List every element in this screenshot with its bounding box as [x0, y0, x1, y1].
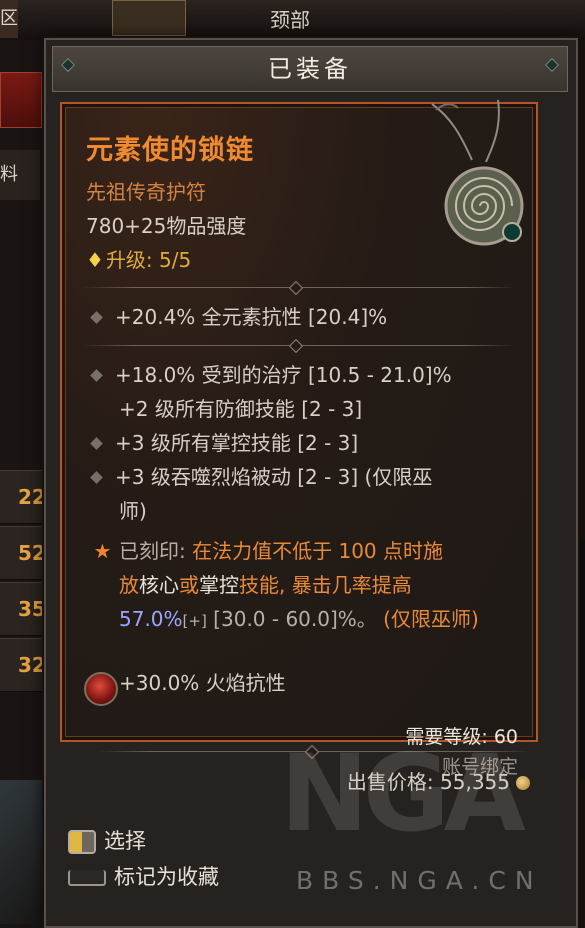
header-corner-ornament [60, 57, 76, 73]
item-upgrade: ♦ 升级: 5/5 [86, 244, 191, 273]
item-tooltip-window: 已装备 元素使的锁链 先祖传奇护符 780+25物品强度 ♦ 升级: 5/5 +2… [44, 38, 578, 928]
aspect-text: 技能, 暴击几率提高 [239, 573, 412, 597]
affix-text: +18.0% 受到的治疗 [10.5 - 21.0]% [115, 363, 452, 387]
aspect-class-note: (仅限巫师) [376, 607, 479, 631]
item-power: 780+25物品强度 [86, 214, 247, 238]
background-stat-row: 22 [0, 470, 50, 524]
affix-line: +3 级吞噬烈焰被动 [2 - 3] (仅限巫 [86, 460, 526, 494]
sell-price-value: 55,355 [440, 770, 510, 794]
select-action[interactable]: 选择 [68, 824, 146, 858]
affix-line: 师) [86, 494, 526, 528]
equipment-slot-label: 颈部 [270, 8, 310, 32]
affix-line: +18.0% 受到的治疗 [10.5 - 21.0]% [86, 358, 526, 392]
affix-line: +2 级所有防御技能 [2 - 3] [86, 392, 526, 426]
legendary-aspect: ★ 已刻印: 在法力值不低于 100 点时施 放核心或掌控技能, 暴击几率提高 5… [86, 534, 526, 638]
aspect-prefix: 已刻印: [119, 539, 186, 563]
sell-price: 出售价格: 55,355 [60, 766, 534, 795]
section-divider [82, 338, 516, 354]
gold-coin-icon [516, 776, 530, 790]
affix-text: 师) [119, 499, 147, 523]
affix-text: +3 级所有掌控技能 [2 - 3] [115, 431, 359, 455]
aspect-value: 57.0% [119, 607, 183, 631]
aspect-text: 放 [119, 573, 139, 597]
upgrade-gem-icon: ♦ [86, 248, 104, 272]
aspect-plus: [+] [182, 612, 207, 630]
aspect-star-icon: ★ [93, 539, 112, 563]
top-icons-panel [112, 0, 186, 36]
item-type: 先祖传奇护符 [86, 180, 206, 204]
window-title: 已装备 [268, 55, 352, 83]
aspect-range: [30.0 - 60.0]%。 [206, 607, 377, 631]
background-stat-row: 32 [0, 638, 50, 692]
spacebar-key-icon [68, 870, 106, 886]
affix-list: +18.0% 受到的治疗 [10.5 - 21.0]% +2 级所有防御技能 [… [86, 358, 526, 528]
socket-affix: +30.0% 火焰抗性 [119, 671, 286, 695]
required-level: 需要等级: 60 [405, 726, 518, 748]
header-corner-ornament [544, 57, 560, 73]
section-divider [98, 744, 532, 760]
affix-text: +2 级所有防御技能 [2 - 3] [119, 397, 363, 421]
mouse-left-icon [68, 830, 96, 854]
background-stat-row: 35 [0, 582, 50, 636]
affix-bullet-icon [90, 311, 103, 324]
left-tab-label[interactable]: 区 [0, 0, 18, 38]
aspect-keyword: 核心 [139, 573, 179, 597]
affix-bullet-icon [90, 369, 103, 382]
fire-resist-gem-icon [84, 672, 118, 706]
item-name: 元素使的锁链 [86, 135, 254, 166]
watermark-url: BBS.NGA.CN [296, 866, 543, 895]
amulet-icon [431, 99, 524, 246]
affix-line: +3 级所有掌控技能 [2 - 3] [86, 426, 526, 460]
item-card: 元素使的锁链 先祖传奇护符 780+25物品强度 ♦ 升级: 5/5 +20.4%… [60, 99, 538, 778]
background-stat-row: 52 [0, 526, 50, 580]
affix-text: +20.4% 全元素抗性 [20.4]% [115, 305, 388, 329]
affix-bullet-icon [90, 437, 103, 450]
implicit-affix: +20.4% 全元素抗性 [20.4]% [86, 300, 526, 334]
window-header: 已装备 [52, 46, 568, 92]
section-divider [82, 280, 516, 296]
upgrade-label: 升级: 5/5 [105, 248, 192, 272]
sell-price-label: 出售价格: [346, 770, 434, 794]
affix-bullet-icon [90, 471, 103, 484]
favorite-label: 标记为收藏 [114, 865, 219, 889]
aspect-text: 在法力值不低于 100 点时施 [192, 539, 443, 563]
left-tab-materials[interactable]: 料 [0, 150, 40, 200]
aspect-keyword: 掌控 [199, 573, 239, 597]
background-item-slot[interactable] [0, 780, 48, 924]
left-red-tab[interactable] [0, 72, 42, 128]
select-label: 选择 [104, 829, 146, 853]
favorite-action[interactable]: 标记为收藏 [68, 860, 219, 894]
affix-text: +3 级吞噬烈焰被动 [2 - 3] (仅限巫 [115, 465, 433, 489]
aspect-text: 或 [179, 573, 199, 597]
